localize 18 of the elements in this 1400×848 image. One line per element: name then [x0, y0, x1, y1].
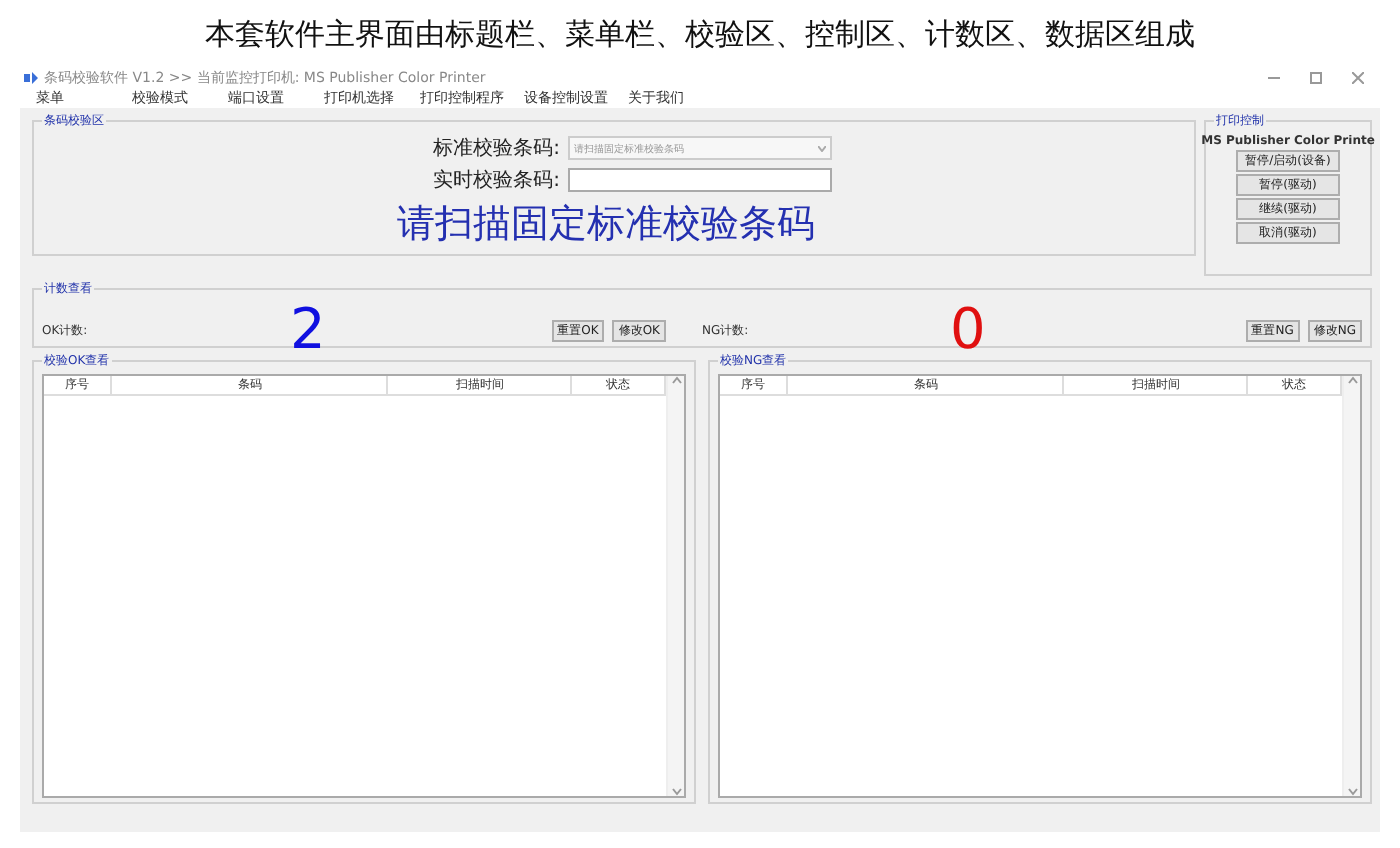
maximize-icon[interactable]	[1310, 72, 1322, 84]
input-field[interactable]	[568, 168, 832, 192]
dropdown-caret-icon	[818, 145, 826, 151]
scrollbar[interactable]	[666, 376, 684, 796]
ng-count: 0	[950, 302, 988, 358]
caption: 本套软件主界面由标题栏、菜单栏、校验区、控制区、计数区、数据区组成	[203, 13, 1197, 55]
scroll-down-icon[interactable]	[1347, 788, 1357, 796]
ok-count: 2	[290, 302, 328, 358]
minimize-icon[interactable]	[1268, 72, 1280, 84]
scrollbar[interactable]	[1342, 376, 1360, 796]
field-label: 实时校验条码:	[431, 167, 560, 194]
app-icon	[24, 72, 38, 84]
field-label: 标准校验条码:	[431, 135, 560, 162]
close-icon[interactable]	[1352, 72, 1364, 84]
scan-prompt: 请扫描固定标准校验条码	[397, 200, 815, 250]
scroll-down-icon[interactable]	[671, 788, 681, 796]
scroll-up-icon[interactable]	[1347, 376, 1357, 384]
scroll-up-icon[interactable]	[671, 376, 681, 384]
